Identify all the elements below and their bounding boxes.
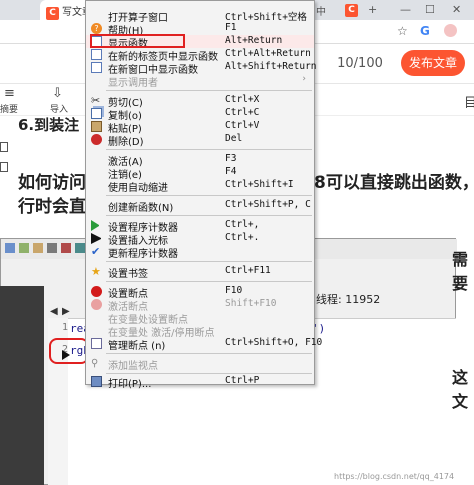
star-icon: ★ <box>91 265 101 278</box>
window-minimize-button[interactable]: — <box>400 3 411 16</box>
menu-item-activate[interactable]: 激活(A) F3 <box>86 153 314 168</box>
scissors-icon: ✂ <box>91 94 101 107</box>
menu-item-show-function-new-window[interactable]: 在新窗口中显示函数 Alt+Shift+Return <box>86 61 317 76</box>
annotation-highlight-box <box>49 338 89 364</box>
menu-item-copy[interactable]: 复制(o) Ctrl+C <box>86 107 314 122</box>
menu-item-delete[interactable]: 删除(D) Del <box>86 133 314 148</box>
blank-icon <box>91 75 102 86</box>
toolbar-label-summary: 摘要 <box>0 105 19 115</box>
context-menu: 打开算子窗口 Ctrl+Shift+空格 ? 帮助(H) F1 显示函数 Alt… <box>85 0 322 390</box>
checkmark-icon: ✔ <box>91 245 101 258</box>
window-maximize-button[interactable]: ☐ <box>425 3 435 16</box>
blank-icon <box>91 180 102 191</box>
article-paragraph-line2: 行时会直 <box>18 197 86 217</box>
delete-icon <box>91 134 102 145</box>
page-counter: 10/100 <box>337 56 383 71</box>
black-arrow-icon <box>91 233 102 244</box>
left-gutter-icon-2 <box>0 162 8 172</box>
menu-item-paste[interactable]: 粘贴(P) Ctrl+V <box>86 120 314 135</box>
menu-separator <box>106 373 312 374</box>
menu-item-manage-breakpoints[interactable]: 管理断点 (n) Ctrl+Shift+O, F10 <box>86 337 322 352</box>
submenu-arrow-icon: › <box>302 74 306 84</box>
menu-item-print[interactable]: 打印(P)... Ctrl+P <box>86 375 314 390</box>
profile-icon[interactable] <box>444 24 457 37</box>
debug-tool-icon-4[interactable] <box>47 243 57 253</box>
breakpoint-icon <box>91 286 102 297</box>
menu-item-set-bookmark[interactable]: ★ 设置书签 Ctrl+F11 <box>86 265 314 280</box>
blank-icon <box>91 312 102 323</box>
blank-icon <box>91 200 102 211</box>
article-paragraph-line1-end: 8可以直接跳出函数， <box>314 173 474 193</box>
copy-icon <box>91 108 102 119</box>
left-gutter-icon <box>0 142 8 152</box>
window-close-button[interactable]: ✕ <box>452 3 461 16</box>
code-nav-back-icon[interactable]: ◀ <box>50 306 58 317</box>
menu-item-add-watchpoint[interactable]: ⚲ 添加监视点 <box>86 357 314 372</box>
menu-separator <box>106 353 312 354</box>
debug-tool-icon-2[interactable] <box>19 243 29 253</box>
printer-icon <box>91 376 102 387</box>
menu-separator <box>106 261 312 262</box>
help-icon: ? <box>91 23 102 34</box>
blank-icon <box>91 167 102 178</box>
paste-icon <box>91 121 102 132</box>
new-tab-button[interactable]: + <box>368 3 377 16</box>
menu-separator <box>106 281 312 282</box>
debug-tool-icon-3[interactable] <box>33 243 43 253</box>
menu-separator <box>106 195 312 196</box>
csdn-logo-icon: C <box>46 7 59 20</box>
debug-tool-icon-6[interactable] <box>75 243 85 253</box>
document-icon <box>91 62 102 73</box>
tab2-logo-icon[interactable]: C <box>345 4 358 17</box>
menu-separator <box>106 215 312 216</box>
bookmark-star-icon[interactable]: ☆ <box>397 24 408 38</box>
edge-text-need: 需要 <box>452 250 469 293</box>
publish-article-button[interactable]: 发布文章 <box>401 50 465 76</box>
import-icon[interactable]: ⇩ <box>52 86 63 101</box>
menu-item-create-function[interactable]: 创建新函数(N) Ctrl+Shift+P, C <box>86 199 314 214</box>
annotation-highlight-box <box>90 34 185 48</box>
edge-text-this: 这文 <box>452 368 469 411</box>
watermark: https://blog.csdn.net/qq_4174 <box>334 472 455 481</box>
menu-separator <box>106 90 312 91</box>
menu-item-show-function-new-tab[interactable]: 在新的标签页中显示函数 Ctrl+Alt+Return <box>86 48 314 63</box>
menu-item-auto-indent[interactable]: 使用自动缩进 Ctrl+Shift+I <box>86 179 314 194</box>
menu-item-cut[interactable]: ✂ 剪切(C) Ctrl+X <box>86 94 314 109</box>
menu-separator <box>106 149 312 150</box>
paperclip-icon: ⚲ <box>91 358 99 369</box>
debugger-sidebar <box>0 286 44 485</box>
blank-icon <box>91 154 102 165</box>
toc-icon[interactable]: 目 <box>464 92 474 111</box>
menu-item-var-breakpoint[interactable]: 在变量处设置断点 <box>86 311 314 326</box>
debug-tool-icon-5[interactable] <box>61 243 71 253</box>
menu-item-show-callers[interactable]: 显示调用者 › <box>86 74 314 89</box>
menu-item-var-toggle-breakpoint[interactable]: 在变量处 激活/停用断点 <box>86 324 314 339</box>
line-number-1: 1 <box>62 322 69 333</box>
summary-icon[interactable]: ≡ <box>4 86 15 101</box>
article-heading: 6.到装注 <box>18 116 80 134</box>
blank-icon <box>91 10 102 21</box>
blank-icon <box>91 325 102 336</box>
menu-item-open-operator-window[interactable]: 打开算子窗口 Ctrl+Shift+空格 <box>86 9 314 24</box>
menu-item-update-pc[interactable]: ✔ 更新程序计数器 <box>86 245 314 260</box>
document-icon <box>91 49 102 60</box>
menu-item-set-pc[interactable]: 设置程序计数器 Ctrl+, <box>86 219 314 234</box>
menu-item-activate-breakpoint[interactable]: 激活断点 Shift+F10 <box>86 298 314 313</box>
menu-item-deactivate[interactable]: 注销(e) F4 <box>86 166 314 181</box>
breakpoint-doc-icon <box>91 338 102 349</box>
debug-tool-icon[interactable] <box>5 243 15 253</box>
breakpoint-disabled-icon <box>91 299 102 310</box>
tab-fragment-text: 中 <box>316 7 326 18</box>
menu-item-set-cursor[interactable]: 设置插入光标 Ctrl+. <box>86 232 314 247</box>
menu-item-set-breakpoint[interactable]: 设置断点 F10 <box>86 285 314 300</box>
code-nav-forward-icon[interactable]: ▶ <box>62 306 70 317</box>
google-icon[interactable]: G <box>420 24 430 38</box>
article-paragraph-line1: 如何访问 <box>18 173 86 193</box>
green-arrow-icon <box>91 220 102 231</box>
thread-label: 线程: 11952 <box>316 293 381 306</box>
